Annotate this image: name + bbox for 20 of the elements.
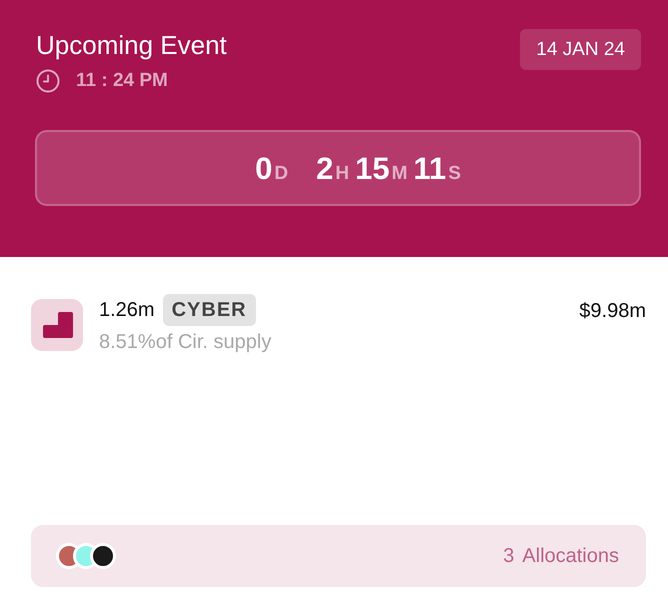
allocations-label: Allocations: [522, 544, 619, 569]
countdown-value: 2: [316, 152, 334, 184]
event-title: Upcoming Event: [36, 29, 227, 61]
token-value: $9.98m: [579, 299, 646, 324]
token-symbol-badge: CYBER: [162, 294, 256, 326]
allocation-count: 3: [503, 544, 514, 569]
allocations-bar[interactable]: 3 Allocations: [31, 525, 646, 587]
event-time: 11 : 24 PM: [76, 69, 168, 93]
countdown-unit: H: [335, 164, 350, 182]
countdown-unit: S: [448, 164, 461, 182]
clock-icon: [36, 69, 60, 93]
token-logo-icon: [31, 299, 83, 351]
countdown-value: 15: [355, 152, 390, 184]
countdown-unit: M: [392, 164, 408, 182]
countdown-value: 11: [413, 152, 446, 184]
token-amount: 1.26m: [99, 298, 155, 323]
supply-text: 8.51%of Cir. supply: [99, 330, 272, 355]
date-badge: 14 JAN 24: [520, 29, 641, 70]
countdown-value: 0: [255, 152, 272, 184]
countdown-unit: D: [274, 164, 288, 182]
